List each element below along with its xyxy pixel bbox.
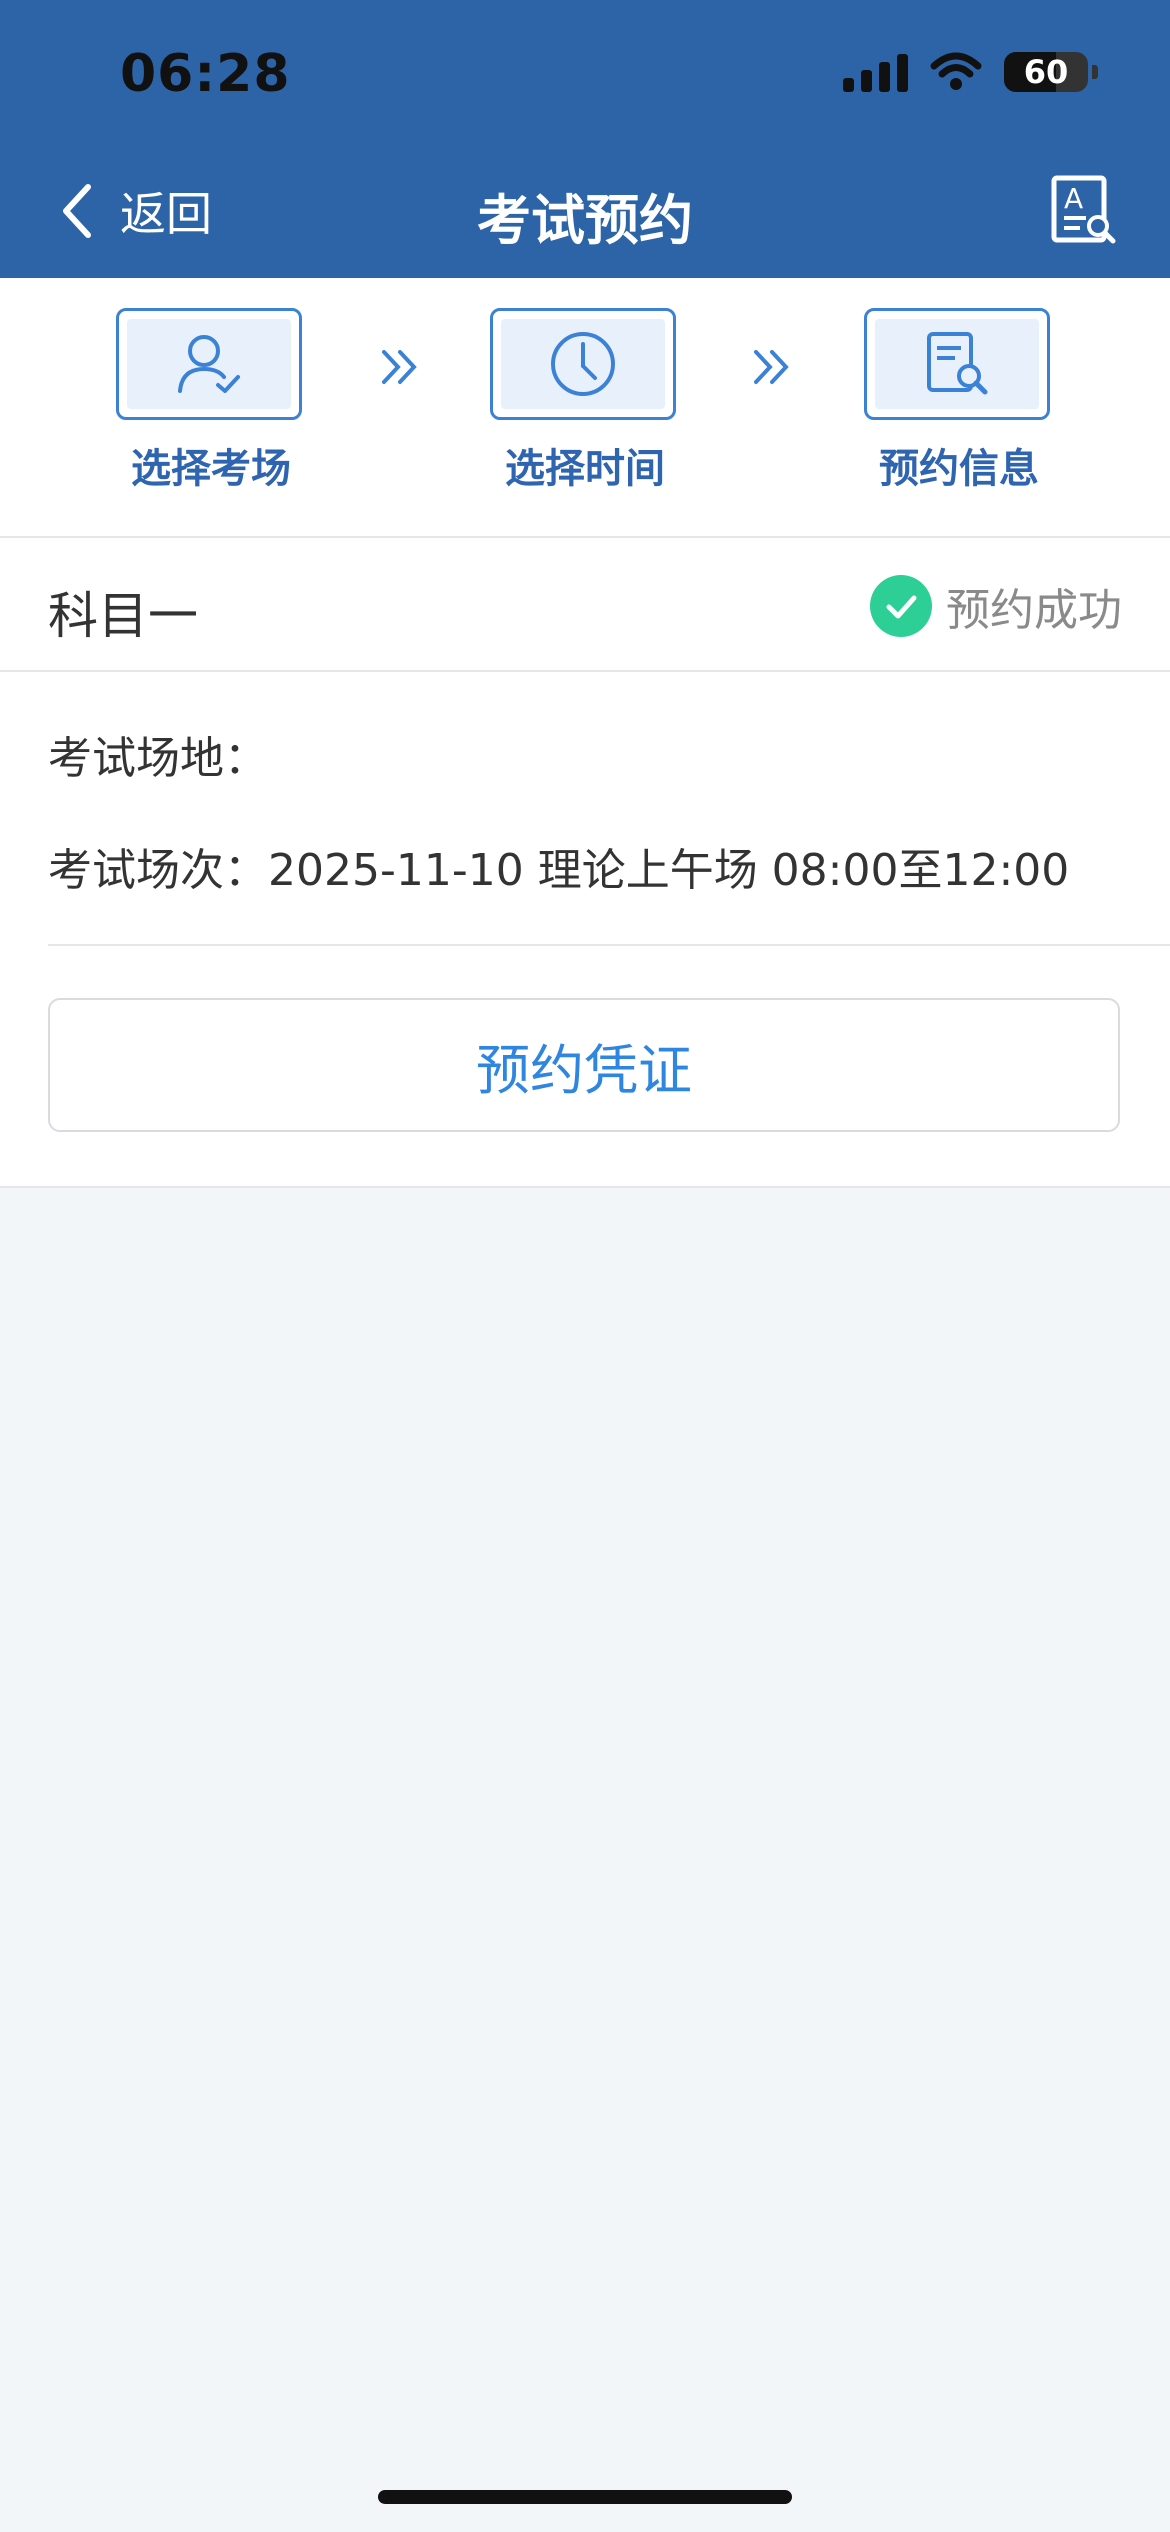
double-chevron-right-icon	[382, 350, 417, 384]
subject-name: 科目一	[48, 587, 198, 645]
step-booking-info: 预约信息	[864, 308, 1054, 494]
clock-icon	[551, 332, 615, 396]
step-select-venue: 选择考场	[116, 308, 306, 494]
battery-level: 60	[1023, 53, 1069, 91]
status-badge: 预约成功	[870, 574, 1122, 638]
double-chevron-right-icon	[754, 350, 789, 384]
signal-icon	[843, 52, 908, 92]
svg-text:A: A	[1064, 182, 1083, 215]
battery-icon: 60	[1004, 52, 1088, 92]
venue-label: 考试场地：	[48, 733, 268, 784]
header: 06:28 60 返回 考试预约 A	[0, 0, 1170, 278]
step-label: 选择时间	[505, 446, 665, 492]
page-title: 考试预约	[477, 189, 693, 252]
status-time: 06:28	[120, 44, 291, 104]
step-label: 选择考场	[131, 446, 291, 492]
step-label: 预约信息	[879, 446, 1039, 492]
step-indicator: 选择考场 选择时间 预约信息	[0, 278, 1170, 538]
divider	[48, 944, 1170, 946]
session-line: 考试场次：2025-11-10 理论上午场 08:00至12:00	[48, 834, 1069, 898]
document-search-icon[interactable]: A	[1048, 174, 1118, 246]
check-circle-icon	[870, 575, 932, 637]
booking-voucher-button[interactable]: 预约凭证	[48, 998, 1120, 1132]
home-indicator	[378, 2490, 792, 2504]
wifi-icon	[930, 52, 982, 92]
status-text: 预约成功	[946, 585, 1122, 636]
session-value: 2025-11-10 理论上午场 08:00至12:00	[268, 845, 1070, 896]
booking-info: 考试场地： 考试场次：2025-11-10 理论上午场 08:00至12:00 …	[0, 672, 1170, 1188]
user-check-icon	[178, 335, 240, 393]
subject-row: 科目一 预约成功	[0, 538, 1170, 672]
document-search-icon	[927, 332, 988, 395]
venue-line: 考试场地：	[48, 722, 268, 786]
session-label: 考试场次：	[48, 845, 268, 896]
status-indicators: 60	[843, 52, 1098, 92]
step-select-time: 选择时间	[490, 308, 680, 494]
